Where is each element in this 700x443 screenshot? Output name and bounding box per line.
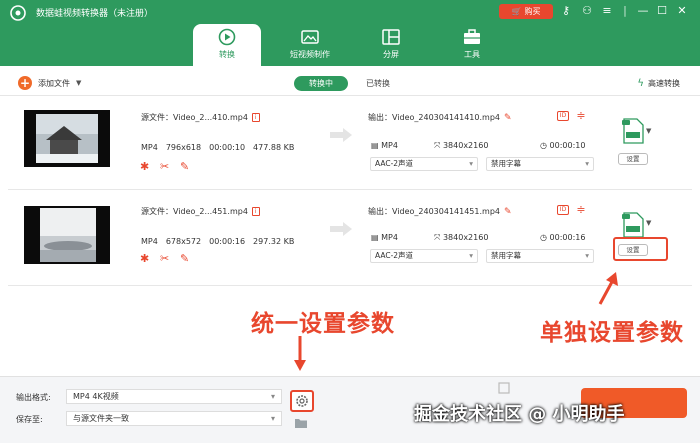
list-item: 源文件：Video_2...410.mp4 i MP4 796x618 00:0…: [8, 100, 692, 190]
chevron-down-icon: ▾: [585, 159, 589, 168]
source-meta: MP4 796x618 00:00:10 477.88 KB: [141, 143, 295, 152]
chevron-down-icon: ▾: [585, 251, 589, 260]
user-icon[interactable]: ⚇: [580, 4, 594, 18]
output-filename: 输出：Video_240304141451.mp4 ✎: [368, 206, 512, 217]
maximize-icon[interactable]: ☐: [655, 4, 669, 18]
buy-button[interactable]: 🛒 购买: [499, 4, 553, 19]
chevron-down-icon[interactable]: ▼: [646, 127, 651, 135]
video-thumbnail[interactable]: [24, 206, 110, 264]
save-to-select[interactable]: 与源文件夹一致 ▾: [66, 411, 282, 426]
global-settings-button[interactable]: [290, 390, 314, 412]
tab-split-screen[interactable]: 分屏: [356, 24, 426, 66]
video-thumbnail[interactable]: [24, 110, 110, 167]
chevron-down-icon: ▾: [469, 159, 473, 168]
menu-icon[interactable]: ≡: [600, 4, 614, 18]
tab-toolbox[interactable]: 工具: [437, 24, 507, 66]
enhance-icon[interactable]: ✱: [140, 161, 152, 173]
merge-icon[interactable]: [498, 381, 516, 395]
annotation-unified: 统一设置参数: [251, 311, 395, 337]
watermark-text: 掘金技术社区 @ 小明助手: [414, 404, 625, 425]
lightning-icon: ϟ: [637, 78, 644, 89]
format-file-icon[interactable]: [622, 118, 644, 144]
divider: |: [623, 4, 627, 17]
close-icon[interactable]: ✕: [675, 4, 689, 18]
chevron-down-icon: ▾: [270, 414, 275, 423]
audio-select[interactable]: AAC-2声道 ▾: [370, 157, 478, 171]
annotation-individual: 单独设置参数: [540, 320, 684, 346]
key-icon[interactable]: ⚷: [559, 4, 573, 18]
app-logo-icon: [10, 5, 26, 21]
item-settings-button[interactable]: 设置: [618, 244, 648, 256]
toolbox-icon: [464, 29, 480, 44]
audio-select[interactable]: AAC-2声道 ▾: [370, 249, 478, 263]
split-icon[interactable]: ≑: [575, 110, 587, 122]
tab-convert[interactable]: 转换: [193, 24, 261, 66]
edit-tools: ✱ ✂ ✎: [140, 161, 192, 173]
output-format: ▤ MP4: [371, 141, 398, 150]
source-filename: 源文件：Video_2...451.mp4 i: [141, 206, 260, 217]
chevron-down-icon: ▾: [270, 392, 275, 401]
minimize-icon[interactable]: —: [636, 4, 650, 18]
arrow-right-icon: [330, 222, 352, 236]
tab-converted[interactable]: 已转换: [354, 76, 402, 91]
subtitle-select[interactable]: 禁用字幕 ▾: [486, 157, 594, 171]
4k-badge: ID: [557, 205, 569, 215]
title-bar: 数据蛙视频转换器（未注册） 🛒 购买 ⚷ ⚇ ≡ | — ☐ ✕ 转换 短视频制…: [0, 0, 700, 66]
toolbar: + 添加文件 ▼ 转换中 已转换 ϟ 高速转换: [0, 70, 700, 96]
plus-icon: +: [18, 76, 32, 90]
format-file-icon[interactable]: [622, 212, 644, 238]
arrow-up-icon: [598, 272, 618, 305]
subtitle-select[interactable]: 禁用字幕 ▾: [486, 249, 594, 263]
output-format-label: 输出格式:: [16, 393, 51, 402]
tab-converting[interactable]: 转换中: [294, 76, 348, 91]
rename-icon[interactable]: ✎: [504, 207, 512, 217]
output-resolution: ⤧ 3840x2160: [434, 141, 489, 150]
tab-video-make[interactable]: 短视频制作: [275, 24, 345, 66]
cart-icon: 🛒: [511, 7, 522, 16]
source-meta: MP4 678x572 00:00:16 297.32 KB: [141, 237, 295, 246]
split-screen-icon: [382, 29, 400, 45]
gear-icon: [296, 395, 308, 407]
save-to-label: 保存至:: [16, 415, 43, 424]
info-icon[interactable]: i: [251, 207, 260, 216]
split-icon[interactable]: ≑: [575, 204, 587, 216]
output-duration: ◷ 00:00:16: [540, 233, 586, 242]
chevron-down-icon: ▾: [469, 251, 473, 260]
item-settings-button[interactable]: 设置: [618, 153, 648, 165]
rename-icon[interactable]: ✎: [504, 113, 512, 123]
thumbnail-image: [24, 110, 110, 167]
convert-icon: [218, 28, 236, 46]
enhance-icon[interactable]: ✱: [140, 253, 152, 265]
chevron-down-icon: ▼: [76, 79, 82, 87]
output-duration: ◷ 00:00:10: [540, 141, 586, 150]
edit-icon[interactable]: ✎: [180, 161, 192, 173]
info-icon[interactable]: i: [251, 113, 260, 122]
output-filename: 输出：Video_240304141410.mp4 ✎: [368, 112, 512, 123]
4k-badge: ID: [557, 111, 569, 121]
edit-tools: ✱ ✂ ✎: [140, 253, 192, 265]
app-title: 数据蛙视频转换器（未注册）: [36, 9, 154, 19]
list-item: 源文件：Video_2...451.mp4 i MP4 678x572 00:0…: [8, 194, 692, 286]
video-make-icon: [301, 30, 319, 44]
chevron-down-icon[interactable]: ▼: [646, 219, 651, 227]
cut-icon[interactable]: ✂: [160, 253, 172, 265]
arrow-right-icon: [330, 128, 352, 142]
folder-icon[interactable]: [294, 417, 308, 429]
output-resolution: ⤧ 3840x2160: [434, 233, 489, 242]
edit-icon[interactable]: ✎: [180, 253, 192, 265]
output-format: ▤ MP4: [371, 233, 398, 242]
add-file-button[interactable]: + 添加文件 ▼: [18, 76, 81, 90]
arrow-down-icon: [294, 336, 306, 371]
output-format-select[interactable]: MP4 4K视频 ▾: [66, 389, 282, 404]
fast-convert-button[interactable]: ϟ 高速转换: [637, 78, 680, 89]
source-filename: 源文件：Video_2...410.mp4 i: [141, 112, 260, 123]
cut-icon[interactable]: ✂: [160, 161, 172, 173]
thumbnail-image: [24, 206, 110, 264]
